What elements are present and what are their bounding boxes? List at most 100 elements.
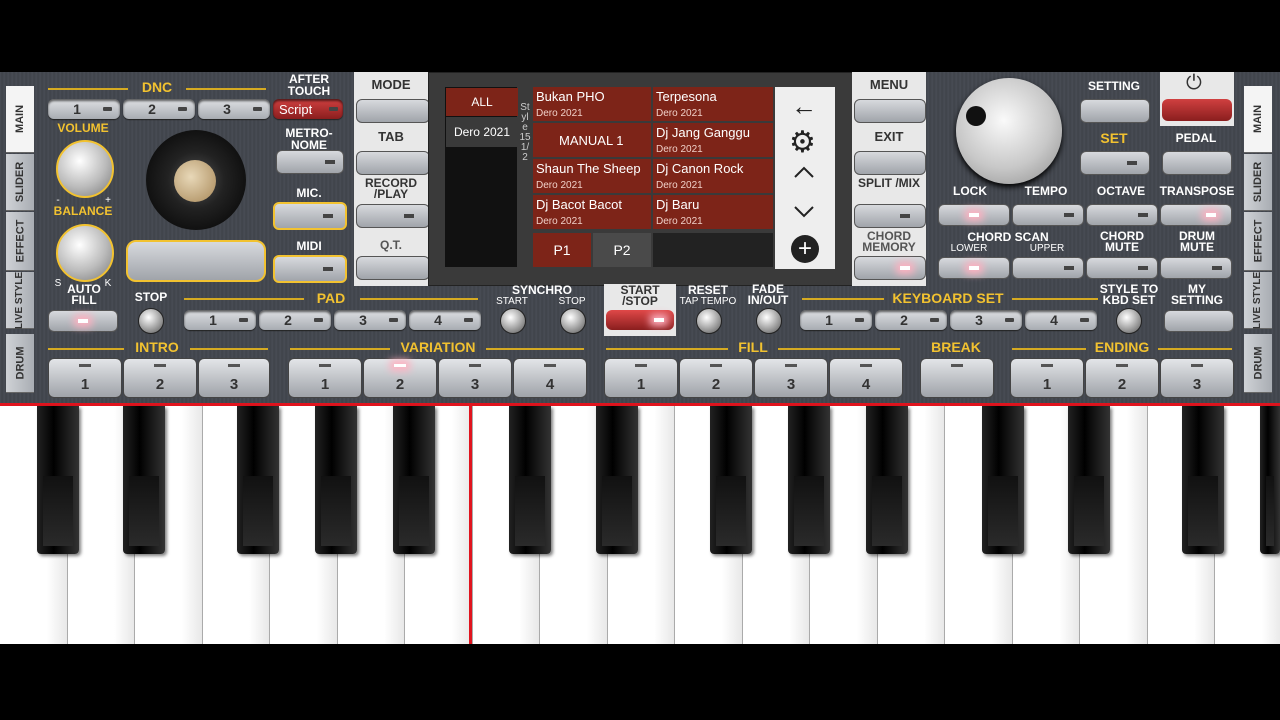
black-key[interactable] xyxy=(237,406,279,554)
volume-knob[interactable] xyxy=(56,140,114,198)
chord-memory-button[interactable] xyxy=(854,256,926,280)
kbd-4-button[interactable]: 4 xyxy=(1025,310,1097,330)
tab-drum-left[interactable]: DRUM xyxy=(6,334,34,393)
ending-1-button[interactable]: 1 xyxy=(1010,358,1084,398)
set-button[interactable] xyxy=(1080,151,1150,175)
intro-2-button[interactable]: 2 xyxy=(123,358,197,398)
exit-button[interactable] xyxy=(854,151,926,175)
tab-main-right[interactable]: MAIN xyxy=(1244,86,1272,153)
auto-fill-button[interactable] xyxy=(48,310,118,332)
synchro-start-knob[interactable] xyxy=(500,308,526,334)
all-button[interactable]: ALL xyxy=(446,88,518,116)
qt-button[interactable] xyxy=(356,256,430,280)
menu-button[interactable] xyxy=(854,99,926,123)
style-cell[interactable]: Dj Bacot Bacot Dero 2021 xyxy=(533,195,651,229)
black-key[interactable] xyxy=(788,406,830,554)
style-cell[interactable]: Bukan PHO Dero 2021 xyxy=(533,87,651,121)
synchro-stop-knob[interactable] xyxy=(560,308,586,334)
split-mix-button[interactable] xyxy=(854,204,926,228)
black-key[interactable] xyxy=(982,406,1024,554)
fill-3-button[interactable]: 3 xyxy=(754,358,828,398)
chevron-up-icon[interactable] xyxy=(793,165,814,185)
variation-4-button[interactable]: 4 xyxy=(513,358,587,398)
break-button[interactable] xyxy=(920,358,994,398)
black-key[interactable] xyxy=(123,406,165,554)
record-play-button[interactable] xyxy=(356,204,430,228)
variation-1-button[interactable]: 1 xyxy=(288,358,362,398)
tab-button[interactable] xyxy=(356,151,430,175)
folder-dero-2021[interactable]: Dero 2021 xyxy=(446,117,518,147)
style-to-kbd-knob[interactable] xyxy=(1116,308,1142,334)
black-key[interactable] xyxy=(37,406,79,554)
black-key[interactable] xyxy=(596,406,638,554)
ending-3-button[interactable]: 3 xyxy=(1160,358,1234,398)
black-key[interactable] xyxy=(1182,406,1224,554)
chord-mute-button[interactable] xyxy=(1086,257,1158,279)
script-button[interactable]: Script xyxy=(273,99,343,119)
kbd-1-button[interactable]: 1 xyxy=(800,310,872,330)
style-cell[interactable]: Terpesona Dero 2021 xyxy=(653,87,773,121)
black-key[interactable] xyxy=(509,406,551,554)
intro-3-button[interactable]: 3 xyxy=(198,358,270,398)
black-key[interactable] xyxy=(866,406,908,554)
black-key[interactable] xyxy=(1068,406,1110,554)
black-key[interactable] xyxy=(710,406,752,554)
chevron-down-icon[interactable] xyxy=(793,205,815,219)
add-icon[interactable]: + xyxy=(791,235,819,263)
tab-live-style-right[interactable]: LIVE STYLE xyxy=(1244,271,1272,329)
tab-slider-left[interactable]: SLIDER xyxy=(6,154,34,211)
fill-4-button[interactable]: 4 xyxy=(829,358,903,398)
dnc-3-button[interactable]: 3 xyxy=(198,99,270,119)
style-cell[interactable]: Dj Canon Rock Dero 2021 xyxy=(653,159,773,193)
tab-effect-right[interactable]: EFFECT xyxy=(1244,212,1272,271)
kbd-2-button[interactable]: 2 xyxy=(875,310,947,330)
mic-button[interactable] xyxy=(273,202,347,230)
kbd-3-button[interactable]: 3 xyxy=(950,310,1022,330)
start-stop-button[interactable] xyxy=(606,310,674,330)
pedal-button[interactable] xyxy=(1162,151,1232,175)
chord-scan-upper-button[interactable] xyxy=(1012,257,1084,279)
tab-live-style-left[interactable]: LIVE STYLE xyxy=(6,271,34,329)
setting-button[interactable] xyxy=(1080,99,1150,123)
dnc-2-button[interactable]: 2 xyxy=(123,99,195,119)
tab-drum-right[interactable]: DRUM xyxy=(1244,334,1272,393)
tempo-button[interactable] xyxy=(1012,204,1084,226)
tab-effect-left[interactable]: EFFECT xyxy=(6,212,34,271)
pad-2-button[interactable]: 2 xyxy=(259,310,331,330)
pad-3-button[interactable]: 3 xyxy=(334,310,406,330)
page-p2-tab[interactable]: P2 xyxy=(593,233,651,267)
metronome-button[interactable] xyxy=(276,150,344,174)
black-key[interactable] xyxy=(1260,406,1280,554)
tab-main-left[interactable]: MAIN xyxy=(6,86,34,153)
page-p1-tab[interactable]: P1 xyxy=(533,233,591,267)
my-setting-button[interactable] xyxy=(1164,310,1234,332)
ending-2-button[interactable]: 2 xyxy=(1085,358,1159,398)
style-cell[interactable]: Dj Jang Ganggu Dero 2021 xyxy=(653,123,773,157)
transpose-button[interactable] xyxy=(1160,204,1232,226)
style-cell[interactable]: Dj Baru Dero 2021 xyxy=(653,195,773,229)
gear-icon[interactable]: ⚙ xyxy=(789,125,816,160)
fill-1-button[interactable]: 1 xyxy=(604,358,678,398)
midi-button[interactable] xyxy=(273,255,347,283)
fill-2-button[interactable]: 2 xyxy=(679,358,753,398)
stop-knob[interactable] xyxy=(138,308,164,334)
variation-2-button[interactable]: 2 xyxy=(363,358,437,398)
main-dial[interactable] xyxy=(956,78,1062,184)
fade-knob[interactable] xyxy=(756,308,782,334)
balance-knob[interactable] xyxy=(56,224,114,282)
black-key[interactable] xyxy=(393,406,435,554)
back-arrow-icon[interactable]: ← xyxy=(791,91,817,122)
reset-knob[interactable] xyxy=(696,308,722,334)
style-cell[interactable]: MANUAL 1 xyxy=(533,123,651,157)
pad-1-button[interactable]: 1 xyxy=(184,310,256,330)
intro-1-button[interactable]: 1 xyxy=(48,358,122,398)
pad-4-button[interactable]: 4 xyxy=(409,310,481,330)
octave-button[interactable] xyxy=(1086,204,1158,226)
lock-button[interactable] xyxy=(938,204,1010,226)
black-key[interactable] xyxy=(315,406,357,554)
style-cell[interactable]: Shaun The Sheep Dero 2021 xyxy=(533,159,651,193)
dnc-1-button[interactable]: 1 xyxy=(48,99,120,119)
chord-scan-lower-button[interactable] xyxy=(938,257,1010,279)
drum-mute-button[interactable] xyxy=(1160,257,1232,279)
mode-button[interactable] xyxy=(356,99,430,123)
